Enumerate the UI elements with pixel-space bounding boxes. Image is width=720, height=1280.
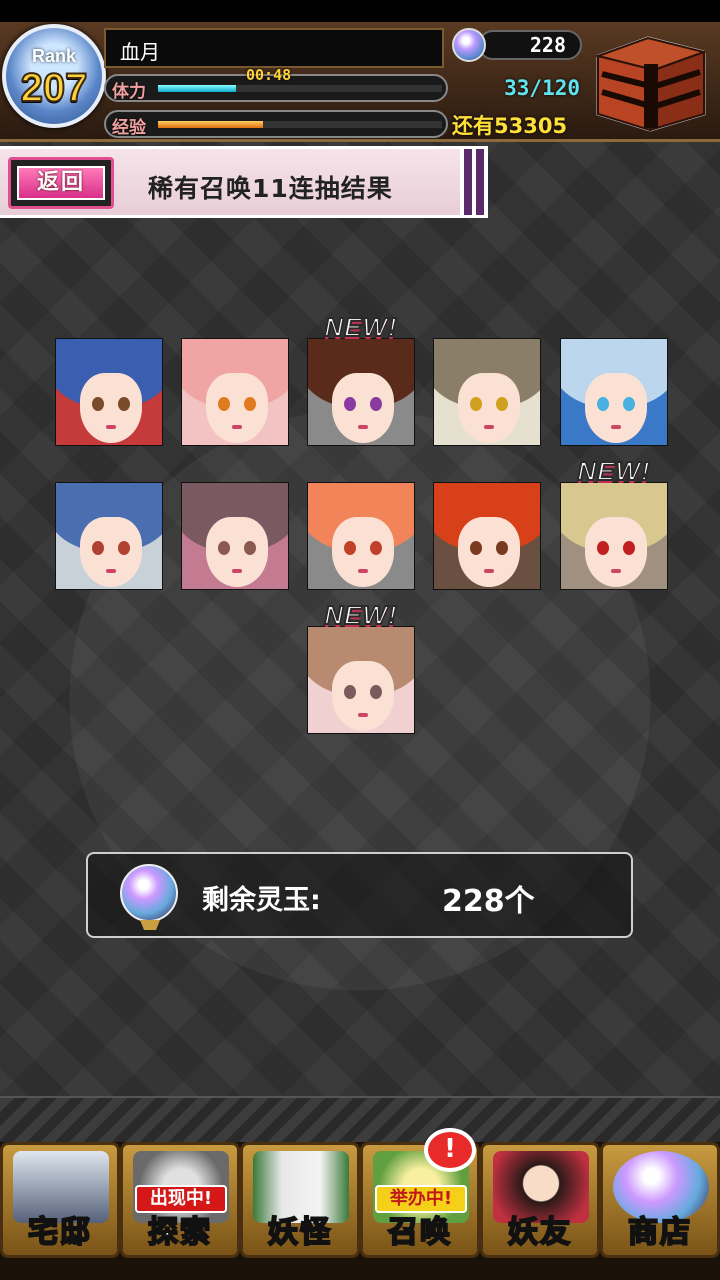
nav-label: 探索 [147, 1214, 212, 1251]
card-face [585, 373, 647, 443]
card-mouth [106, 569, 116, 573]
back-button[interactable]: 返回 [8, 157, 114, 209]
card-eye [244, 397, 256, 411]
card-face [206, 517, 268, 587]
stamina-label: 体力 [112, 82, 146, 102]
nav-label: 妖怪 [267, 1214, 332, 1251]
card-eye [92, 397, 104, 411]
new-badge: NEW! [576, 455, 651, 487]
summon-result-card[interactable] [181, 482, 289, 590]
back-button-label: 返回 [17, 166, 105, 200]
card-eye [496, 397, 508, 411]
summon-result-card[interactable] [307, 626, 415, 734]
new-badge: NEW! [323, 599, 398, 631]
card-face [332, 373, 394, 443]
stamina-value: 33/120 [504, 76, 580, 100]
nav-rail [0, 1096, 720, 1146]
nav-yokai[interactable]: 妖怪 [240, 1142, 360, 1258]
card-face [80, 517, 142, 587]
player-name: 血月 [104, 28, 444, 68]
new-badge: NEW! [323, 311, 398, 343]
remaining-orbs-panel: 剩余灵玉: 228个 [86, 852, 633, 938]
summon-result-card[interactable] [55, 338, 163, 446]
summon-result-screen: Rank 207 血月 体力 00:48 经验 228 33/120 还有533… [0, 0, 720, 1280]
card-eye [244, 541, 256, 555]
card-eye [344, 541, 356, 555]
player-header: Rank 207 血月 体力 00:48 经验 228 33/120 还有533… [0, 22, 720, 142]
card-eye [218, 397, 230, 411]
treasure-chest-icon[interactable] [588, 34, 710, 132]
spirit-orb-icon [452, 28, 486, 62]
summon-result-card[interactable] [560, 338, 668, 446]
nav-label: 召唤 [387, 1214, 452, 1251]
card-eye [623, 541, 635, 555]
card-mouth [106, 425, 116, 429]
card-mouth [611, 569, 621, 573]
rank-value: 207 [20, 65, 89, 111]
spirit-orb-icon [120, 864, 178, 922]
card-mouth [484, 569, 494, 573]
nav-friends[interactable]: 妖友 [480, 1142, 600, 1258]
card-eye [118, 397, 130, 411]
card-eye [118, 541, 130, 555]
card-eye [370, 541, 382, 555]
card-eye [496, 541, 508, 555]
exp-bar: 经验 [104, 110, 448, 138]
summon-result-card[interactable] [181, 338, 289, 446]
card-eye [92, 541, 104, 555]
card-mouth [358, 425, 368, 429]
card-mouth [232, 569, 242, 573]
exp-fill [158, 121, 264, 128]
card-mouth [611, 425, 621, 429]
nav-shop[interactable]: 商店 [600, 1142, 720, 1258]
nav-explore[interactable]: 出现中! 探索 [120, 1142, 240, 1258]
card-face [206, 373, 268, 443]
card-face [458, 373, 520, 443]
card-eye [597, 397, 609, 411]
card-eye [597, 541, 609, 555]
nav-label: 商店 [627, 1214, 692, 1251]
card-face [332, 661, 394, 731]
nav-mansion[interactable]: 宅邸 [0, 1142, 120, 1258]
gem-count: 228 [478, 30, 582, 60]
card-eye [370, 397, 382, 411]
card-eye [344, 685, 356, 699]
card-eye [344, 397, 356, 411]
card-mouth [358, 713, 368, 717]
card-mouth [232, 425, 242, 429]
card-face [332, 517, 394, 587]
rank-badge[interactable]: Rank 207 [2, 24, 106, 128]
title-bar: 返回 稀有召唤11连抽结果 [0, 146, 488, 218]
card-face [458, 517, 520, 587]
page-title: 稀有召唤11连抽结果 [148, 174, 393, 203]
remaining-label: 剩余灵玉: [202, 885, 321, 916]
title-decoration [460, 149, 488, 215]
exp-remaining: 还有53305 [452, 114, 568, 138]
card-eye [370, 685, 382, 699]
stamina-timer: 00:48 [246, 66, 292, 84]
nav-label: 宅邸 [27, 1214, 92, 1251]
summon-result-card[interactable] [55, 482, 163, 590]
rank-label: Rank [31, 46, 76, 66]
card-face [80, 373, 142, 443]
nav-label: 妖友 [507, 1214, 572, 1251]
summon-result-card[interactable] [307, 482, 415, 590]
card-mouth [484, 425, 494, 429]
stamina-fill [158, 85, 237, 92]
remaining-value: 228个 [442, 884, 535, 919]
card-eye [470, 397, 482, 411]
card-mouth [358, 569, 368, 573]
exp-label: 经验 [112, 118, 146, 138]
summon-result-card[interactable] [433, 338, 541, 446]
summon-result-card[interactable] [433, 482, 541, 590]
bottom-nav: 宅邸 出现中! 探索 妖怪 举办中! 召唤 妖友 商店 [0, 1142, 720, 1280]
card-eye [470, 541, 482, 555]
card-eye [623, 397, 635, 411]
status-bar [0, 0, 720, 22]
card-face [585, 517, 647, 587]
summon-result-card[interactable] [307, 338, 415, 446]
card-eye [218, 541, 230, 555]
summon-result-card[interactable] [560, 482, 668, 590]
summon-alert-badge: ! [424, 1128, 476, 1172]
